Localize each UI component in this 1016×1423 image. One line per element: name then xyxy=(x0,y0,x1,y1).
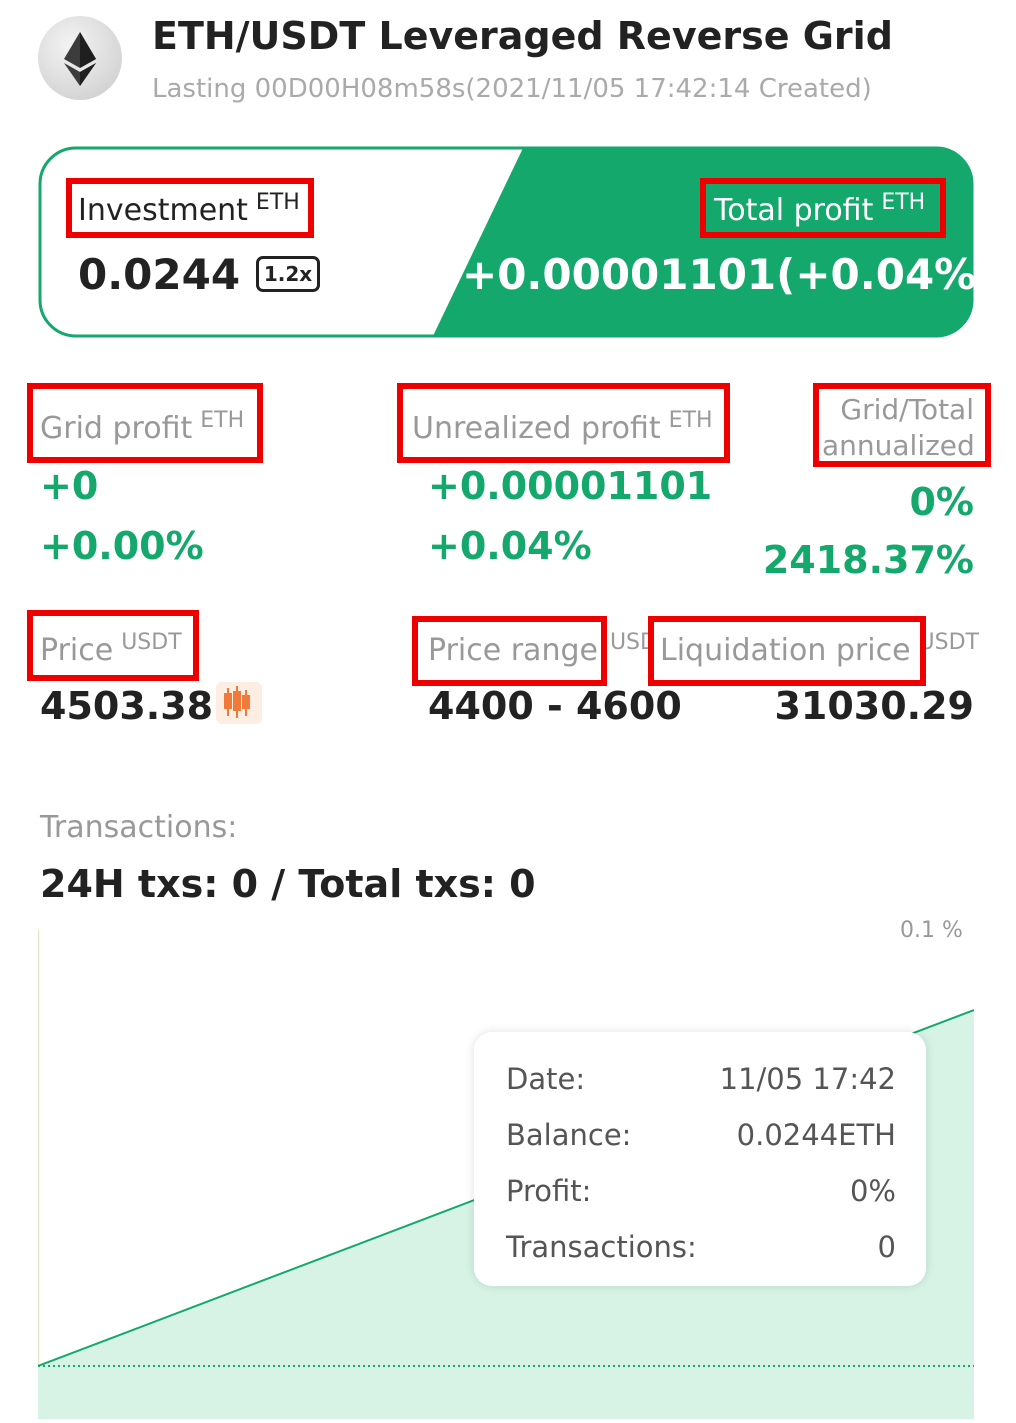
lasting-duration: Lasting 00D00H08m58s(2021/11/05 17:42:14… xyxy=(152,74,872,104)
transactions-label: Transactions: xyxy=(40,810,238,845)
grid-profit-percent: +0.00% xyxy=(40,524,204,568)
liquidation-price-value: 31030.29 xyxy=(774,684,974,728)
total-annualized-value: 2418.37% xyxy=(762,538,974,582)
grid-annualized-value: 0% xyxy=(909,480,974,524)
eth-icon xyxy=(38,16,122,100)
chart-tooltip: Date: 11/05 17:42 Balance: 0.0244ETH Profi… xyxy=(474,1032,926,1286)
total-profit-highlight xyxy=(700,178,946,238)
tooltip-row: Balance: 0.0244ETH xyxy=(506,1118,896,1152)
price-highlight xyxy=(27,610,199,681)
unrealized-profit-value: +0.00001101 xyxy=(428,464,713,508)
total-profit-value: +0.00001101(+0.04%) xyxy=(462,250,996,299)
price-range-value: 4400 - 4600 xyxy=(428,684,682,728)
annualized-highlight xyxy=(813,383,991,467)
tooltip-row: Transactions: 0 xyxy=(506,1230,896,1264)
investment-highlight xyxy=(66,178,314,238)
unrealized-profit-percent: +0.04% xyxy=(428,524,592,568)
candlestick-chart-icon[interactable] xyxy=(216,682,262,724)
leverage-badge: 1.2x xyxy=(256,256,320,292)
liquidation-price-highlight xyxy=(648,616,926,686)
price-value: 4503.38 xyxy=(40,684,214,728)
summary-card xyxy=(38,146,974,338)
tooltip-row: Date: 11/05 17:42 xyxy=(506,1062,896,1096)
price-range-highlight xyxy=(412,616,607,686)
grid-profit-highlight xyxy=(27,383,263,463)
investment-value: 0.0244 xyxy=(78,250,241,299)
grid-profit-value: +0 xyxy=(40,464,99,508)
page-title: ETH/USDT Leveraged Reverse Grid xyxy=(152,14,893,58)
unrealized-profit-highlight xyxy=(397,383,730,463)
transactions-summary: 24H txs: 0 / Total txs: 0 xyxy=(40,862,536,906)
tooltip-row: Profit: 0% xyxy=(506,1174,896,1208)
